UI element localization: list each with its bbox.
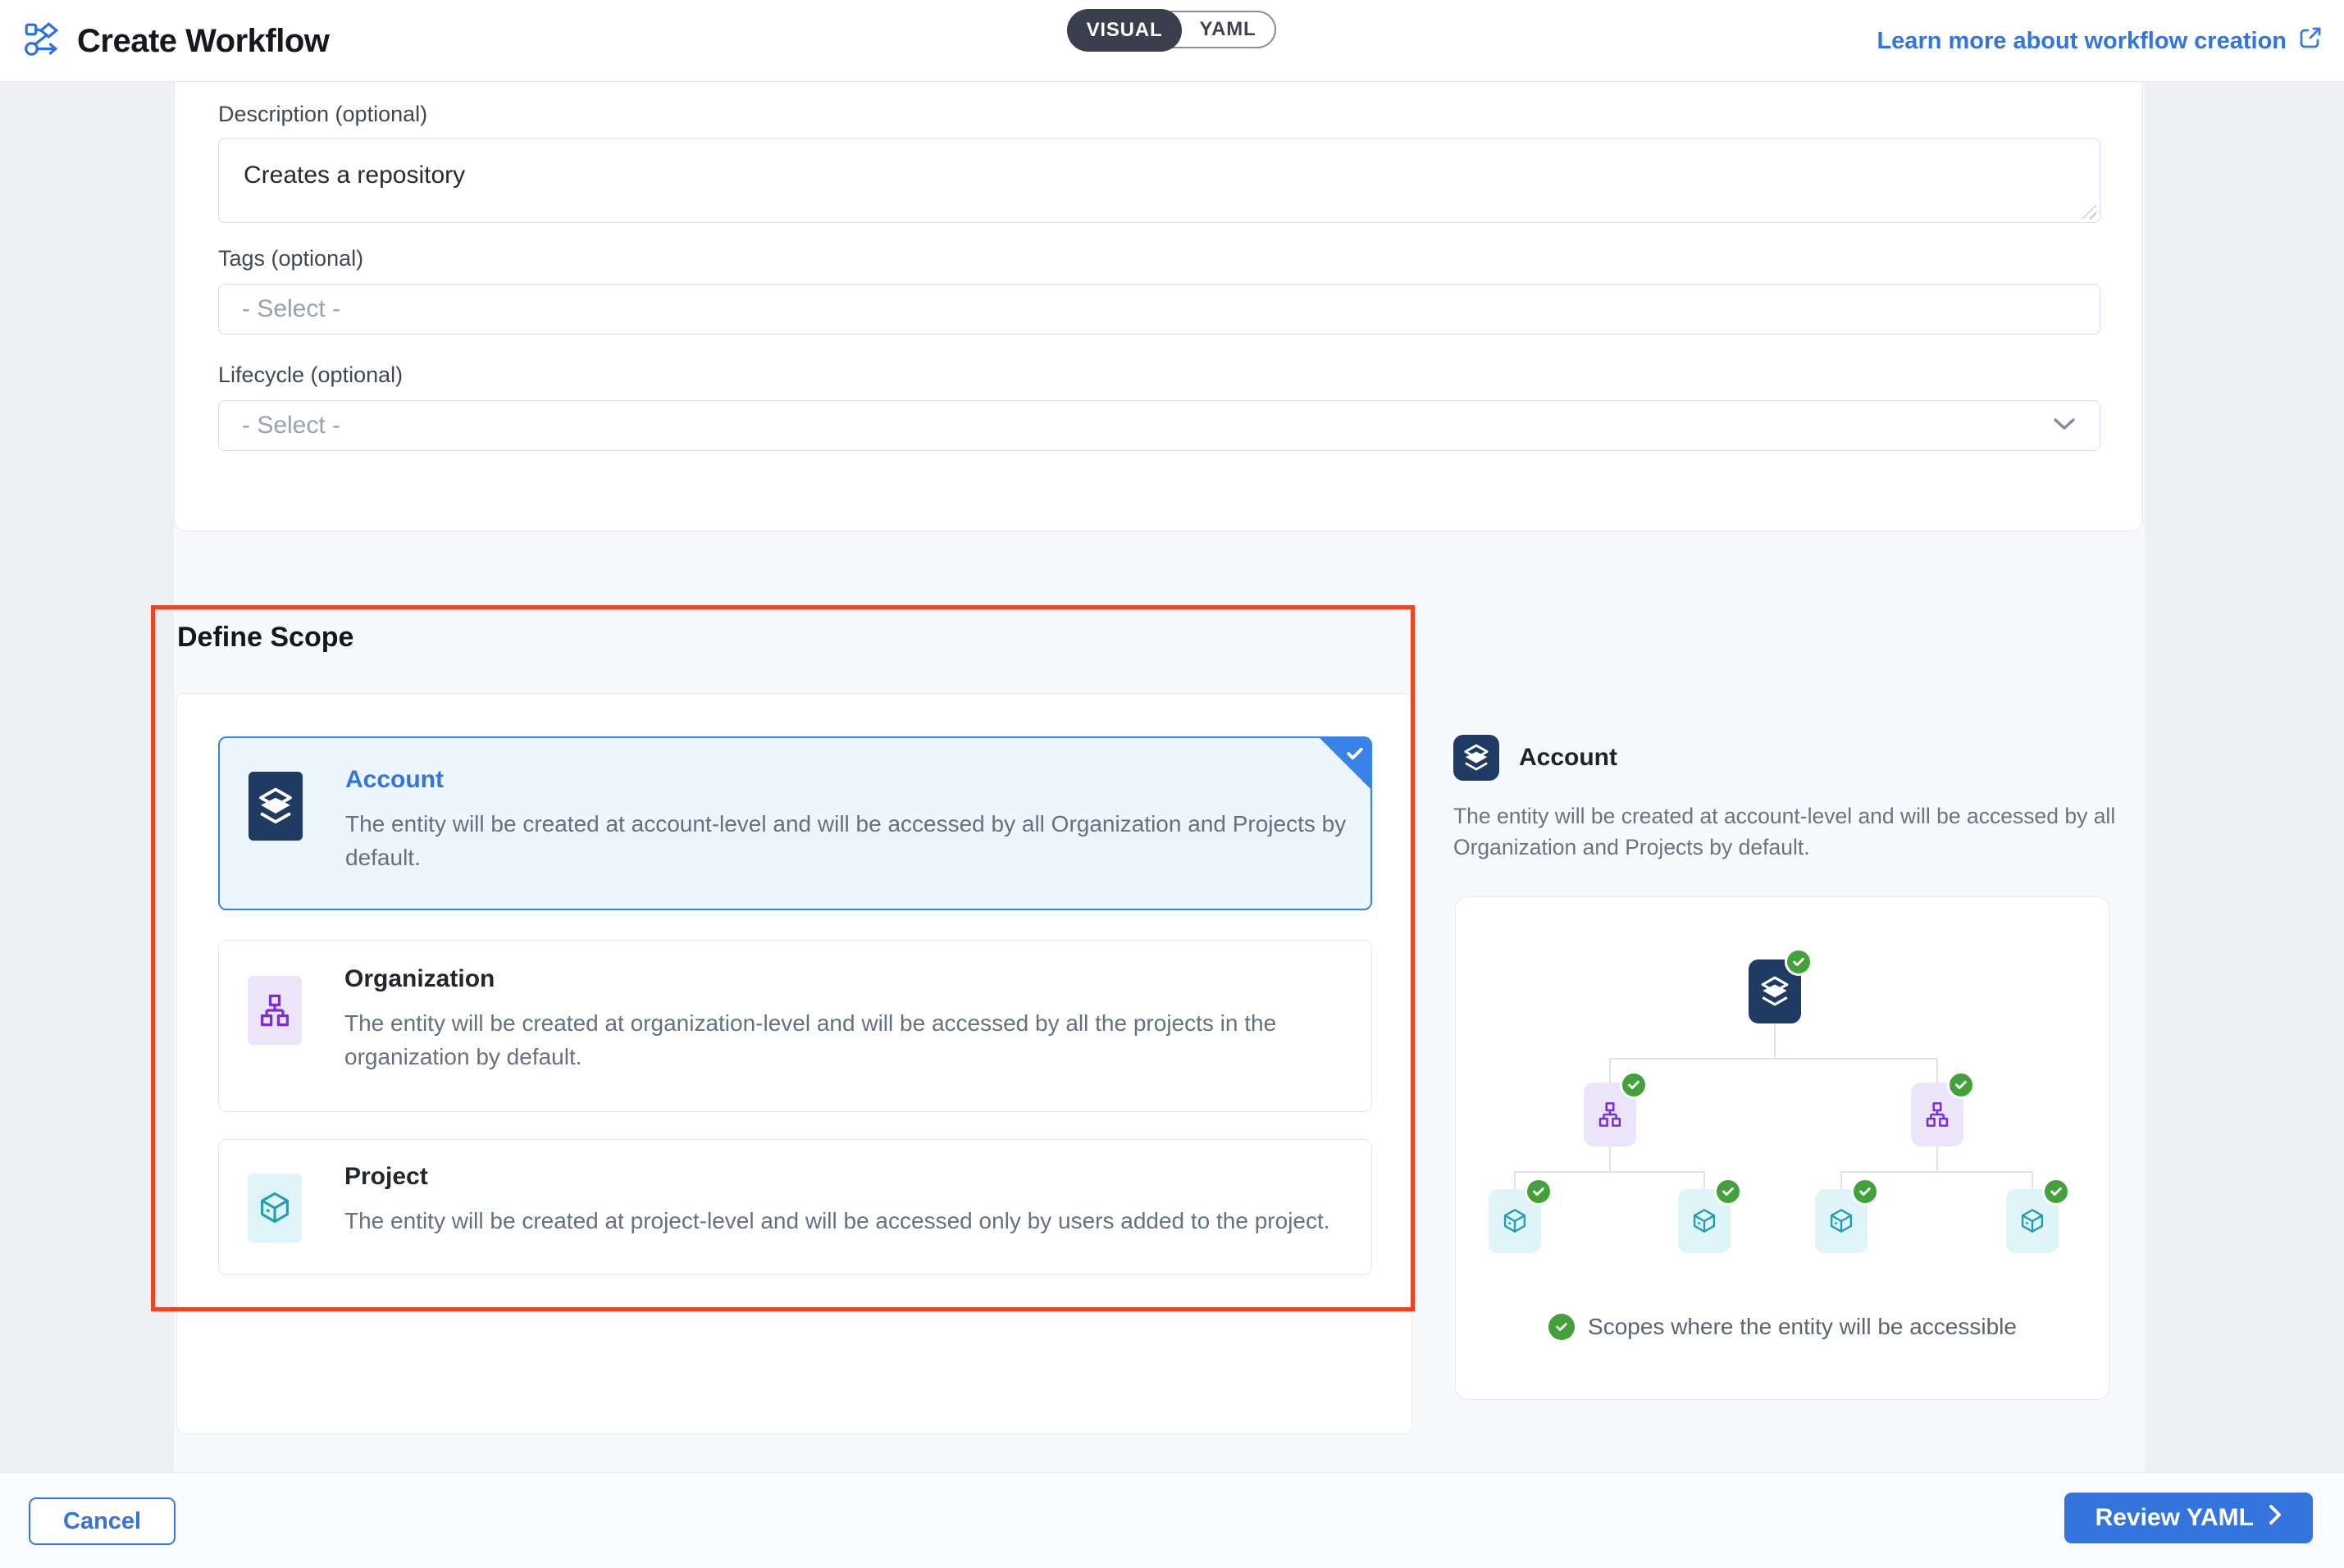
- project-card-title: Project: [344, 1163, 428, 1191]
- tree-project-node-2: [1678, 1189, 1731, 1253]
- tree-org-node-1: [1584, 1083, 1636, 1146]
- tags-label: Tags (optional): [218, 246, 363, 271]
- description-textarea[interactable]: Creates a repository: [218, 138, 2100, 223]
- chevron-down-icon: [2052, 417, 2077, 435]
- check-badge: [1620, 1071, 1648, 1099]
- tree-account-node: [1749, 959, 1801, 1023]
- check-badge: [1851, 1178, 1879, 1206]
- define-scope-heading: Define Scope: [177, 622, 353, 654]
- check-badge: [1785, 948, 1813, 976]
- toggle-visual[interactable]: VISUAL: [1067, 9, 1182, 52]
- learn-more-link[interactable]: Learn more about workflow creation: [1877, 0, 2323, 82]
- page-header: Create Workflow VISUAL YAML Learn more a…: [0, 0, 2344, 82]
- organization-hierarchy-icon: [248, 976, 302, 1045]
- tags-input[interactable]: [218, 284, 2100, 335]
- check-badge: [1947, 1071, 1975, 1099]
- description-label: Description (optional): [218, 102, 427, 127]
- lifecycle-select[interactable]: - Select -: [218, 400, 2100, 451]
- tree-project-node-3: [1815, 1189, 1867, 1253]
- footer-bar: Cancel Review YAML: [0, 1472, 2344, 1568]
- workflow-details-card: Description (optional) Creates a reposit…: [174, 82, 2143, 531]
- review-yaml-label: Review YAML: [2095, 1504, 2254, 1532]
- learn-more-label: Learn more about workflow creation: [1877, 28, 2287, 55]
- selected-check-icon: [1344, 743, 1366, 768]
- check-badge: [1714, 1178, 1742, 1206]
- preview-title: Account: [1519, 744, 1617, 772]
- accessible-check-icon: [1548, 1314, 1575, 1340]
- scope-card-organization[interactable]: Organization The entity will be created …: [218, 940, 1372, 1112]
- scope-options-container: Account The entity will be created at ac…: [176, 693, 1412, 1434]
- scope-diagram-card: Scopes where the entity will be accessib…: [1455, 896, 2110, 1400]
- cancel-button[interactable]: Cancel: [29, 1497, 176, 1545]
- check-badge: [2042, 1178, 2070, 1206]
- organization-card-title: Organization: [344, 965, 495, 993]
- lifecycle-placeholder: - Select -: [242, 412, 2052, 440]
- diagram-caption: Scopes where the entity will be accessib…: [1588, 1314, 2017, 1340]
- project-cube-icon: [248, 1174, 302, 1242]
- organization-card-description: The entity will be created at organizati…: [344, 1006, 1345, 1073]
- lifecycle-label: Lifecycle (optional): [218, 362, 403, 388]
- account-layers-icon: [249, 772, 303, 841]
- tree-project-node-4: [2006, 1189, 2059, 1253]
- tree-org-node-2: [1911, 1083, 1963, 1146]
- preview-description: The entity will be created at account-le…: [1453, 800, 2129, 863]
- external-link-icon: [2298, 25, 2323, 57]
- toggle-yaml[interactable]: YAML: [1181, 12, 1275, 47]
- scope-card-account[interactable]: Account The entity will be created at ac…: [218, 736, 1372, 910]
- page-title: Create Workflow: [77, 23, 329, 60]
- check-badge: [1525, 1178, 1553, 1206]
- preview-account-icon: [1453, 735, 1499, 781]
- account-card-title: Account: [345, 766, 444, 794]
- account-card-description: The entity will be created at account-le…: [345, 807, 1370, 874]
- chevron-right-icon: [2269, 1504, 2282, 1532]
- scope-card-project[interactable]: Project The entity will be created at pr…: [218, 1139, 1372, 1275]
- tree-project-node-1: [1489, 1189, 1541, 1253]
- workflow-icon: [23, 21, 61, 62]
- project-card-description: The entity will be created at project-le…: [344, 1204, 1372, 1238]
- review-yaml-button[interactable]: Review YAML: [2064, 1493, 2313, 1543]
- visual-yaml-toggle[interactable]: VISUAL YAML: [1068, 11, 1276, 48]
